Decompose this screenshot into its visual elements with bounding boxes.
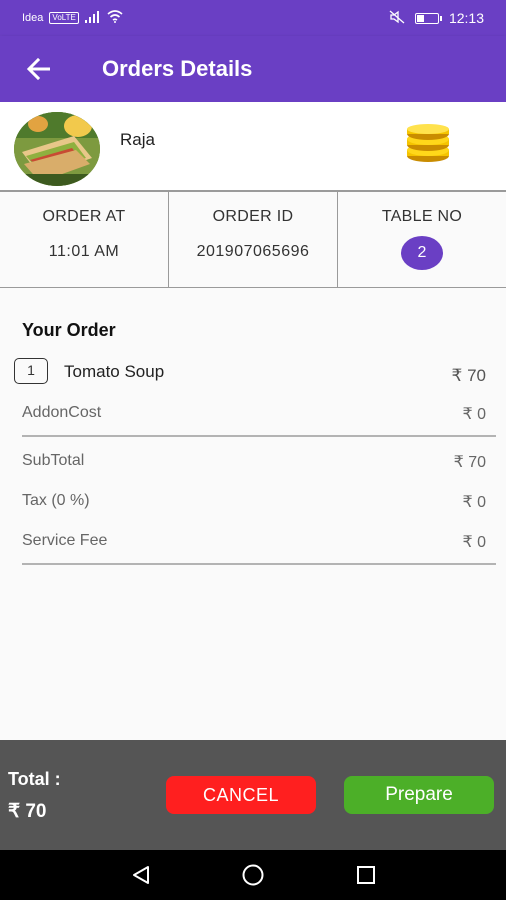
order-section: Your Order 1 Tomato Soup ₹ 70 AddonCost …	[0, 288, 506, 740]
service-fee-label: Service Fee	[22, 532, 108, 549]
order-info-grid: ORDER AT 11:01 AM ORDER ID 201907065696 …	[0, 192, 506, 288]
order-at-label: ORDER AT	[42, 208, 126, 225]
table-number-badge: 2	[401, 236, 443, 270]
total-value: ₹ 70	[8, 801, 47, 822]
food-avatar	[14, 112, 100, 186]
tax-label: Tax (0 %)	[22, 492, 90, 509]
table-no-label: TABLE NO	[381, 208, 463, 225]
cancel-button[interactable]: CANCEL	[166, 776, 316, 814]
battery-icon	[414, 12, 442, 24]
addon-value: ₹ 0	[462, 406, 486, 423]
arrow-left-icon	[26, 58, 50, 80]
signal-icon	[84, 10, 101, 26]
order-id-value: 201907065696	[196, 243, 310, 260]
battery-fill	[416, 14, 424, 22]
recents-square-icon	[357, 866, 375, 884]
prepare-button[interactable]: Prepare	[344, 776, 494, 814]
item-quantity: 1	[14, 358, 48, 384]
order-at-cell: ORDER AT 11:01 AM	[0, 192, 169, 287]
system-nav-bar	[0, 850, 506, 900]
item-price: ₹ 70	[451, 366, 486, 385]
subtotal-label: SubTotal	[22, 452, 85, 469]
page-title: Orders Details	[102, 56, 253, 81]
order-id-cell: ORDER ID 201907065696	[169, 192, 338, 287]
order-at-value: 11:01 AM	[48, 243, 120, 260]
status-left: Idea VoLTE	[22, 10, 123, 26]
carrier-name: Idea	[22, 12, 44, 24]
total-label: Total :	[8, 769, 61, 789]
volte-badge: VoLTE	[49, 12, 79, 24]
order-heading: Your Order	[22, 320, 116, 340]
table-no-cell: TABLE NO 2	[338, 192, 506, 287]
back-triangle-icon	[133, 866, 149, 884]
status-time: 12:13	[448, 10, 484, 26]
mute-icon	[389, 10, 405, 27]
nav-back-button[interactable]	[128, 862, 154, 888]
customer-name: Raja	[120, 130, 155, 149]
addon-label: AddonCost	[22, 404, 102, 421]
order-id-label: ORDER ID	[212, 208, 294, 225]
item-name: Tomato Soup	[64, 362, 165, 381]
checkout-bar: Total : ₹ 70 CANCEL Prepare	[0, 740, 506, 850]
divider	[22, 435, 496, 437]
nav-recents-button[interactable]	[353, 862, 379, 888]
tax-value: ₹ 0	[462, 494, 486, 511]
list-item: 1 Tomato Soup ₹ 70	[14, 356, 486, 388]
coins-icon	[404, 124, 452, 169]
divider	[22, 563, 496, 565]
wifi-icon	[107, 10, 123, 26]
status-right: 12:13	[389, 10, 484, 27]
home-circle-icon	[242, 864, 264, 886]
app-toolbar: Orders Details	[0, 36, 506, 102]
subtotal-value: ₹ 70	[453, 454, 486, 471]
status-bar: Idea VoLTE 12:13	[0, 0, 506, 36]
nav-home-button[interactable]	[240, 862, 266, 888]
back-button[interactable]	[0, 36, 80, 102]
service-fee-value: ₹ 0	[462, 534, 486, 551]
